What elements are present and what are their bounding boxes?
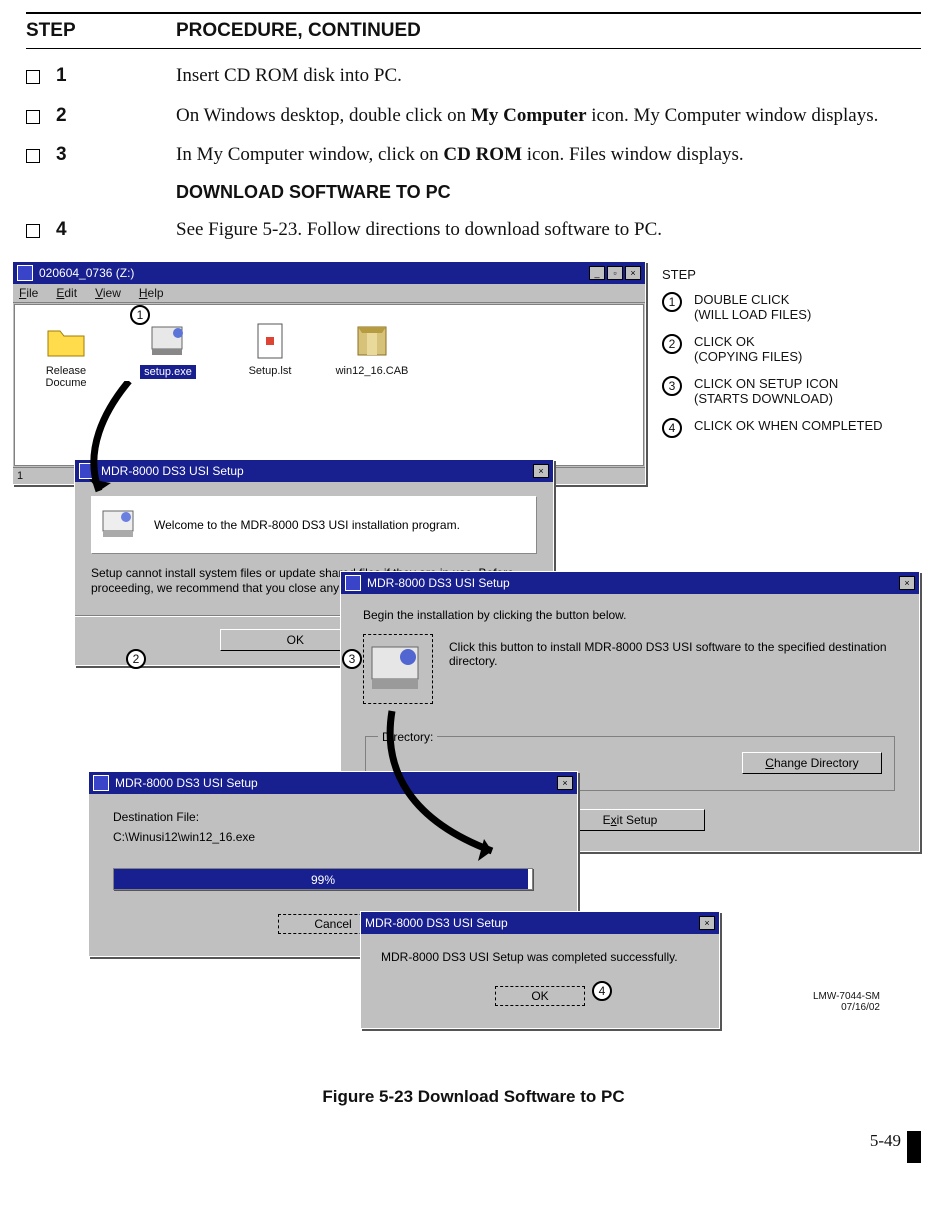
callout-2: 2 <box>126 649 146 669</box>
dialog-title: MDR-8000 DS3 USI Setup <box>365 916 508 930</box>
checkbox-icon <box>26 103 56 129</box>
dialog-title: MDR-8000 DS3 USI Setup <box>367 576 510 590</box>
menu-view[interactable]: View <box>95 286 121 300</box>
step-row: 3 In My Computer window, click on CD ROM… <box>26 142 921 168</box>
file-label: win12_16.CAB <box>333 365 411 377</box>
close-button[interactable]: × <box>557 776 573 790</box>
step-text: On Windows desktop, double click on My C… <box>176 103 878 129</box>
legend-item: 1 DOUBLE CLICK(WILL LOAD FILES) <box>662 292 922 322</box>
arrow-icon <box>372 701 542 881</box>
menu-edit[interactable]: Edit <box>56 286 77 300</box>
installer-icon <box>148 321 188 361</box>
titlebar[interactable]: 020604_0736 (Z:) _ ▫ × <box>13 262 645 284</box>
setup-lst-item[interactable]: Setup.lst <box>231 321 309 377</box>
install-button[interactable] <box>363 634 433 704</box>
file-label-selected: setup.exe <box>140 365 196 379</box>
close-button[interactable]: × <box>625 266 641 280</box>
step-legend: STEP 1 DOUBLE CLICK(WILL LOAD FILES) 2 C… <box>662 267 922 450</box>
step-circle-icon: 2 <box>662 334 682 354</box>
step-text: Insert CD ROM disk into PC. <box>176 63 402 89</box>
step-circle-icon: 1 <box>662 292 682 312</box>
step-text: See Figure 5-23. Follow directions to do… <box>176 217 662 243</box>
step-circle-icon: 4 <box>662 418 682 438</box>
menu-file[interactable]: File <box>19 286 38 300</box>
drive-icon <box>17 265 33 281</box>
step-circle-icon: 3 <box>662 376 682 396</box>
folder-item[interactable]: Release Docume <box>27 321 105 389</box>
legend-item: 4 CLICK OK WHEN COMPLETED <box>662 418 922 438</box>
subsection-title: DOWNLOAD SOFTWARE TO PC <box>176 182 921 203</box>
menu-help[interactable]: Help <box>139 286 164 300</box>
menubar[interactable]: File Edit View Help <box>13 284 645 303</box>
legend-title: STEP <box>662 267 922 282</box>
step-number: 3 <box>56 142 176 168</box>
maximize-button[interactable]: ▫ <box>607 266 623 280</box>
legend-item: 3 CLICK ON SETUP ICON(STARTS DOWNLOAD) <box>662 376 922 406</box>
titlebar[interactable]: MDR-8000 DS3 USI Setup × <box>361 912 719 934</box>
step-row: 2 On Windows desktop, double click on My… <box>26 103 921 129</box>
step-text: In My Computer window, click on CD ROM i… <box>176 142 744 168</box>
header-step: STEP <box>26 20 176 42</box>
cabinet-icon <box>352 321 392 361</box>
close-button[interactable]: × <box>533 464 549 478</box>
arrow-icon <box>74 381 154 521</box>
ok-button[interactable]: OK <box>495 986 585 1006</box>
setup-complete-dialog[interactable]: MDR-8000 DS3 USI Setup × MDR-8000 DS3 US… <box>360 911 720 1029</box>
complete-text: MDR-8000 DS3 USI Setup was completed suc… <box>381 950 699 964</box>
page-number: 5-49 <box>26 1131 921 1163</box>
figure-5-23: STEP 1 DOUBLE CLICK(WILL LOAD FILES) 2 C… <box>12 261 920 1051</box>
setup-exe-item[interactable]: setup.exe <box>129 321 207 379</box>
table-header: STEP PROCEDURE, CONTINUED <box>26 12 921 49</box>
close-button[interactable]: × <box>899 576 915 590</box>
header-procedure: PROCEDURE, CONTINUED <box>176 20 421 42</box>
begin-text: Begin the installation by clicking the b… <box>363 608 897 622</box>
document-icon <box>250 321 290 361</box>
step-number: 2 <box>56 103 176 129</box>
app-icon <box>93 775 109 791</box>
folder-icon <box>46 321 86 361</box>
app-icon <box>345 575 361 591</box>
step-number: 4 <box>56 217 176 243</box>
minimize-button[interactable]: _ <box>589 266 605 280</box>
close-button[interactable]: × <box>699 916 715 930</box>
doc-reference: LMW-7044-SM07/16/02 <box>813 991 880 1013</box>
titlebar[interactable]: MDR-8000 DS3 USI Setup × <box>341 572 919 594</box>
welcome-text: Welcome to the MDR-8000 DS3 USI installa… <box>154 518 460 532</box>
file-label: Setup.lst <box>231 365 309 377</box>
cab-item[interactable]: win12_16.CAB <box>333 321 411 377</box>
window-title: 020604_0736 (Z:) <box>39 266 134 280</box>
step-row: 4 See Figure 5-23. Follow directions to … <box>26 217 921 243</box>
checkbox-icon <box>26 63 56 89</box>
step-number: 1 <box>56 63 176 89</box>
callout-3: 3 <box>342 649 362 669</box>
dialog-title: MDR-8000 DS3 USI Setup <box>115 776 258 790</box>
figure-caption: Figure 5-23 Download Software to PC <box>26 1087 921 1107</box>
legend-item: 2 CLICK OK(COPYING FILES) <box>662 334 922 364</box>
checkbox-icon <box>26 142 56 168</box>
step-row: 1 Insert CD ROM disk into PC. <box>26 63 921 89</box>
change-directory-button[interactable]: Change Directory <box>742 752 882 774</box>
callout-1: 1 <box>130 305 150 325</box>
callout-4: 4 <box>592 981 612 1001</box>
checkbox-icon <box>26 217 56 243</box>
install-desc: Click this button to install MDR-8000 DS… <box>449 634 889 668</box>
